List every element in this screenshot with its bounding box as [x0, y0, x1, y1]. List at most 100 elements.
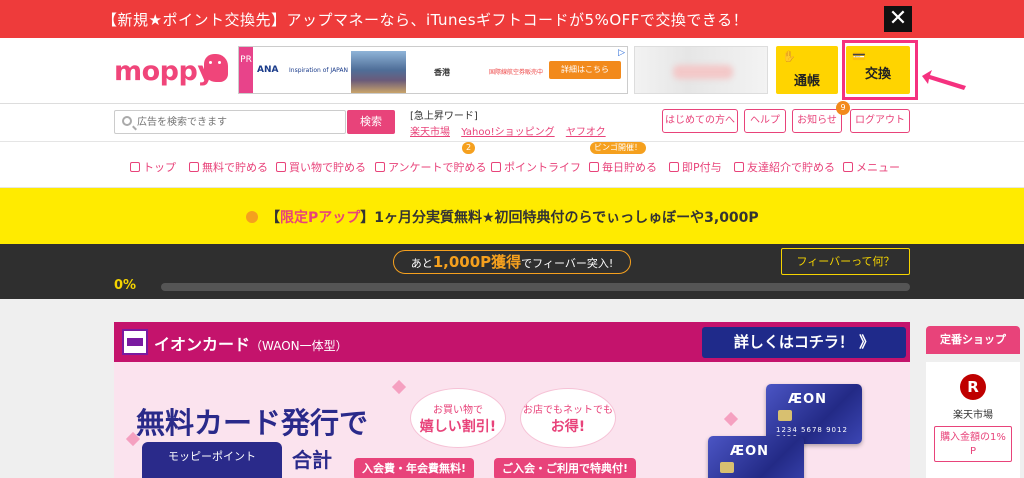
- fever-progress-track: [161, 283, 910, 291]
- fever-pill: あと1,000P獲得でフィーバー突入!: [393, 250, 631, 274]
- logout-button[interactable]: ログアウト: [850, 109, 910, 133]
- news-button[interactable]: お知らせ: [792, 109, 842, 133]
- kokan-button[interactable]: 💳 交換: [846, 46, 910, 94]
- side-rate-line2: P: [969, 446, 977, 457]
- search-button[interactable]: 検索: [347, 110, 395, 134]
- card-brand: ÆON: [788, 392, 828, 407]
- nav-daily[interactable]: 毎日貯める: [589, 159, 657, 175]
- side-shop-panel: 定番ショップ R 楽天市場 購入金額の1% P: [926, 322, 1020, 478]
- site-header: moppy PR ANA Inspiration of JAPAN 香港 国際線…: [0, 38, 1024, 104]
- promo-prefix: 【: [266, 210, 280, 226]
- pointer-arrow-icon: [922, 70, 966, 90]
- bubble-deal: お店でもネットでも お得!: [520, 388, 616, 448]
- promo-rest: 】1ヶ月分実質無料★初回特典付のらでぃっしゅぼーや3,000P: [360, 210, 759, 226]
- point-icon: [491, 162, 501, 172]
- trend-link-yahoo[interactable]: Yahoo!ショッピング: [461, 127, 554, 138]
- bubble-deal-small: お店でもネットでも: [523, 405, 613, 416]
- nav-free-label: 無料で貯める: [202, 161, 268, 174]
- promo-banner[interactable]: 【限定Pアップ】1ヶ月分実質無料★初回特典付のらでぃっしゅぼーや3,000P: [0, 188, 1024, 244]
- announcement-bar[interactable]: 【新規★ポイント交換先】アップマネーなら、iTunesギフトコードが5%OFFで…: [0, 0, 1024, 38]
- rakuten-logo: R: [960, 374, 986, 400]
- nav-top-label: トップ: [143, 161, 176, 174]
- moppy-mascot-icon[interactable]: [204, 54, 228, 82]
- cart-icon: [276, 162, 286, 172]
- heart-icon: [723, 411, 739, 427]
- beginner-button[interactable]: はじめての方へ: [662, 109, 738, 133]
- fever-percent: 0%: [114, 278, 137, 293]
- phone-icon: [669, 162, 679, 172]
- trend-label: [急上昇ワード]: [410, 111, 478, 122]
- fever-post: でフィーバー突入!: [521, 257, 614, 270]
- nav-survey[interactable]: アンケートで貯める: [375, 159, 487, 175]
- bubble-discount-small: お買い物で: [433, 405, 483, 416]
- pr-label: PR: [239, 47, 253, 93]
- aeon-headline: 無料カード発行で: [136, 406, 369, 440]
- nav-instant[interactable]: 即P付与: [669, 159, 722, 175]
- menu-icon: [843, 162, 853, 172]
- nav-top[interactable]: トップ: [130, 159, 176, 175]
- nav-shopping[interactable]: 買い物で貯める: [276, 159, 366, 175]
- aeon-card-ad[interactable]: イオンカード（WAON一体型） 詳しくはコチラ！ 》 無料カード発行で お買い物…: [114, 322, 910, 478]
- bingo-badge: ビンゴ開催！: [590, 142, 646, 154]
- fever-goal: 1,000P獲得: [432, 253, 522, 271]
- tsucho-button[interactable]: ✋ 通帳: [776, 46, 838, 94]
- side-shop-card[interactable]: R 楽天市場 購入金額の1% P: [926, 362, 1020, 478]
- fever-bar: あと1,000P獲得でフィーバー突入! フィーバーって何？ 0%: [0, 244, 1024, 299]
- bubble-discount-big: 嬉しい割引!: [419, 419, 497, 435]
- tag-bonus: ご入会・ご利用で特典付!: [494, 458, 637, 478]
- card-brand: ÆON: [730, 444, 770, 459]
- moppy-logo[interactable]: moppy: [114, 56, 215, 87]
- aeon-logo-icon: [122, 329, 148, 355]
- search-input[interactable]: [137, 114, 337, 130]
- nav-menu-label: メニュー: [856, 161, 900, 174]
- bubble-deal-big: お得!: [550, 419, 586, 435]
- fever-about-button[interactable]: フィーバーって何？: [781, 248, 910, 275]
- announcement-text[interactable]: 【新規★ポイント交換先】アップマネーなら、iTunesギフトコードが5%OFFで…: [102, 9, 748, 30]
- ad-brand-sub: Inspiration of JAPAN: [289, 67, 349, 74]
- side-shop-header: 定番ショップ: [926, 326, 1020, 354]
- moppy-point-label: モッピーポイント: [142, 442, 282, 478]
- trend-links: 楽天市場 Yahoo!ショッピング ヤフオク: [410, 123, 614, 138]
- user-points-blurred: [673, 65, 733, 79]
- total-label: 合計: [292, 448, 332, 472]
- ad-city-photo: [351, 51, 406, 93]
- passbook-icon: ✋: [782, 50, 796, 63]
- trend-link-yahuoku[interactable]: ヤフオク: [566, 127, 606, 138]
- lightbulb-icon: [246, 211, 258, 223]
- nav-survey-label: アンケートで貯める: [388, 161, 487, 174]
- nav-friend-label: 友達紹介で貯める: [747, 161, 835, 174]
- survey-badge: 2: [462, 142, 476, 154]
- ad-info-icon[interactable]: ▷: [618, 48, 625, 58]
- aeon-card-image: ÆON: [708, 436, 804, 478]
- fever-pre: あと: [410, 257, 433, 270]
- exchange-icon: 💳: [852, 50, 866, 63]
- trend-link-rakuten[interactable]: 楽天市場: [410, 127, 450, 138]
- help-button[interactable]: ヘルプ: [744, 109, 786, 133]
- bubble-discount: お買い物で 嬉しい割引!: [410, 388, 506, 448]
- search-icon: [122, 116, 132, 126]
- nav-free[interactable]: 無料で貯める: [189, 159, 268, 175]
- ad-brand: ANA: [257, 65, 279, 75]
- promo-text[interactable]: 【限定Pアップ】1ヶ月分実質無料★初回特典付のらでぃっしゅぼーや3,000P: [246, 207, 759, 227]
- search-box[interactable]: [114, 110, 346, 134]
- ad-note: 国際線航空券販売中: [489, 69, 544, 76]
- nav-friend[interactable]: 友達紹介で貯める: [734, 159, 835, 175]
- notification-badge: 9: [836, 101, 850, 115]
- nav-pointlife[interactable]: ポイントライフ: [491, 159, 581, 175]
- friends-icon: [734, 162, 744, 172]
- aeon-title-sub: （WAON一体型）: [250, 339, 348, 353]
- aeon-title: イオンカード（WAON一体型）: [154, 331, 348, 355]
- ad-banner[interactable]: PR ANA Inspiration of JAPAN 香港 国際線航空券販売中…: [238, 46, 628, 94]
- aeon-detail-button[interactable]: 詳しくはコチラ！ 》: [702, 327, 906, 358]
- card-chip: [778, 410, 792, 421]
- side-shop-rate: 購入金額の1% P: [934, 426, 1012, 462]
- nav-instant-label: 即P付与: [682, 161, 722, 174]
- clipboard-icon: [375, 162, 385, 172]
- user-info-box[interactable]: [634, 46, 768, 94]
- nav-pointlife-label: ポイントライフ: [504, 161, 581, 174]
- nav-shopping-label: 買い物で貯める: [289, 161, 366, 174]
- close-icon[interactable]: ✕: [884, 6, 912, 32]
- ad-detail-button[interactable]: 詳細はこちら: [549, 61, 621, 79]
- nav-menu[interactable]: メニュー: [843, 159, 900, 175]
- calendar-icon: [589, 162, 599, 172]
